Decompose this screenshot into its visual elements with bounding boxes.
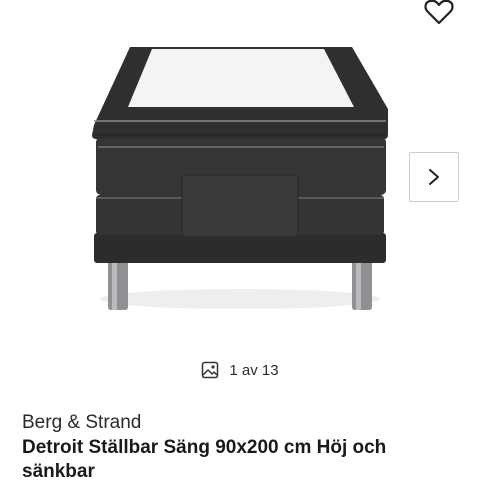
chevron-right-icon: [429, 169, 439, 185]
heart-outline-icon: [424, 0, 454, 25]
image-gallery-icon: [201, 361, 219, 379]
image-counter: 1 av 13: [0, 358, 480, 382]
next-image-button[interactable]: [409, 152, 459, 202]
image-counter-text: 1 av 13: [229, 361, 279, 379]
image-gallery[interactable]: [0, 0, 480, 350]
brand-name: Berg & Strand: [22, 412, 142, 433]
product-image[interactable]: [80, 35, 400, 320]
favorite-button[interactable]: [418, 0, 460, 30]
product-title: Detroit Ställbar Säng 90x200 cm Höj och …: [22, 437, 387, 482]
